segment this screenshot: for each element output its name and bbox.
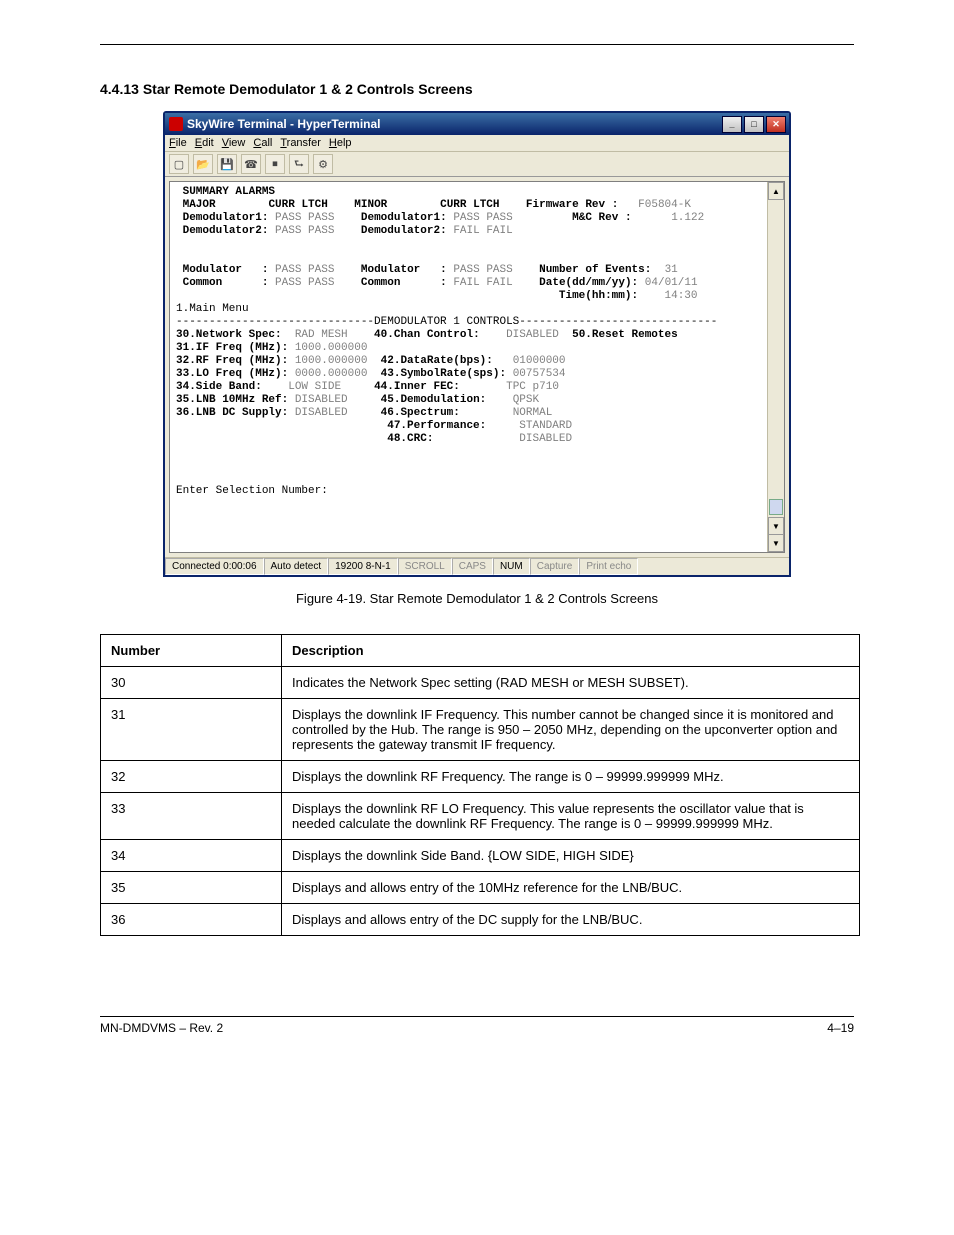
menu-bar: File Edit View Call Transfer Help: [165, 135, 789, 152]
col-description: Description: [282, 635, 860, 667]
cell-number: 32: [101, 761, 282, 793]
toolbar-props-icon[interactable]: ⚙: [313, 154, 333, 174]
menu-transfer[interactable]: Transfer: [280, 137, 321, 149]
footer-left: MN-DMDVMS – Rev. 2: [100, 1021, 223, 1035]
cell-description: Displays and allows entry of the DC supp…: [282, 904, 860, 936]
hyperterminal-window: SkyWire Terminal - HyperTerminal _ □ ✕ F…: [163, 111, 791, 577]
status-capture: Capture: [530, 558, 580, 575]
toolbar-send-icon[interactable]: ⮑: [289, 154, 309, 174]
table-row: 34Displays the downlink Side Band. {LOW …: [101, 840, 860, 872]
toolbar-call-icon[interactable]: ☎: [241, 154, 261, 174]
spec-table: Number Description 30Indicates the Netwo…: [100, 634, 860, 936]
cell-description: Displays the downlink Side Band. {LOW SI…: [282, 840, 860, 872]
scroll-thumb[interactable]: [769, 499, 783, 515]
table-row: 32Displays the downlink RF Frequency. Th…: [101, 761, 860, 793]
status-bar: Connected 0:00:06 Auto detect 19200 8-N-…: [165, 557, 789, 575]
col-number: Number: [101, 635, 282, 667]
status-proto: 19200 8-N-1: [328, 558, 398, 575]
figure-caption: Figure 4-19. Star Remote Demodulator 1 &…: [100, 591, 854, 606]
page-footer: MN-DMDVMS – Rev. 2 4–19: [100, 1016, 854, 1035]
cell-number: 36: [101, 904, 282, 936]
toolbar-hangup-icon[interactable]: ⏹: [265, 154, 285, 174]
cell-number: 34: [101, 840, 282, 872]
table-row: 33Displays the downlink RF LO Frequency.…: [101, 793, 860, 840]
cell-number: 35: [101, 872, 282, 904]
table-row: 30Indicates the Network Spec setting (RA…: [101, 667, 860, 699]
toolbar-new-icon[interactable]: ▢: [169, 154, 189, 174]
toolbar: ▢ 📂 💾 ☎ ⏹ ⮑ ⚙: [165, 152, 789, 177]
table-row: 35Displays and allows entry of the 10MHz…: [101, 872, 860, 904]
maximize-button[interactable]: □: [744, 116, 764, 133]
section-heading: 4.4.13 Star Remote Demodulator 1 & 2 Con…: [100, 81, 854, 97]
scroll-up-icon[interactable]: ▲: [768, 182, 784, 200]
minimize-button[interactable]: _: [722, 116, 742, 133]
cell-number: 33: [101, 793, 282, 840]
table-row: 36Displays and allows entry of the DC su…: [101, 904, 860, 936]
menu-help[interactable]: Help: [329, 137, 352, 149]
cell-number: 31: [101, 699, 282, 761]
titlebar: SkyWire Terminal - HyperTerminal _ □ ✕: [165, 113, 789, 135]
terminal-text: SUMMARY ALARMS MAJOR CURR LTCH MINOR CUR…: [170, 182, 784, 502]
table-row: 31Displays the downlink IF Frequency. Th…: [101, 699, 860, 761]
footer-right: 4–19: [827, 1021, 854, 1035]
status-scroll: SCROLL: [398, 558, 452, 575]
cell-description: Indicates the Network Spec setting (RAD …: [282, 667, 860, 699]
cell-description: Displays the downlink IF Frequency. This…: [282, 699, 860, 761]
status-caps: CAPS: [452, 558, 493, 575]
terminal-area[interactable]: SUMMARY ALARMS MAJOR CURR LTCH MINOR CUR…: [169, 181, 785, 553]
status-num: NUM: [493, 558, 530, 575]
menu-edit[interactable]: Edit: [195, 137, 214, 149]
cell-description: Displays and allows entry of the 10MHz r…: [282, 872, 860, 904]
toolbar-open-icon[interactable]: 📂: [193, 154, 213, 174]
menu-file[interactable]: File: [169, 137, 187, 149]
close-button[interactable]: ✕: [766, 116, 786, 133]
scroll-down2-icon[interactable]: ▼: [768, 534, 784, 552]
cell-description: Displays the downlink RF Frequency. The …: [282, 761, 860, 793]
status-connected: Connected 0:00:06: [165, 558, 264, 575]
menu-call[interactable]: Call: [253, 137, 272, 149]
menu-view[interactable]: View: [222, 137, 246, 149]
cell-number: 30: [101, 667, 282, 699]
scrollbar[interactable]: ▲ ▼ ▼: [767, 182, 784, 552]
status-printecho: Print echo: [579, 558, 638, 575]
scroll-down-icon[interactable]: ▼: [768, 517, 784, 535]
toolbar-save-icon[interactable]: 💾: [217, 154, 237, 174]
window-title: SkyWire Terminal - HyperTerminal: [187, 117, 381, 131]
cell-description: Displays the downlink RF LO Frequency. T…: [282, 793, 860, 840]
status-detect: Auto detect: [264, 558, 329, 575]
app-icon: [169, 117, 183, 131]
